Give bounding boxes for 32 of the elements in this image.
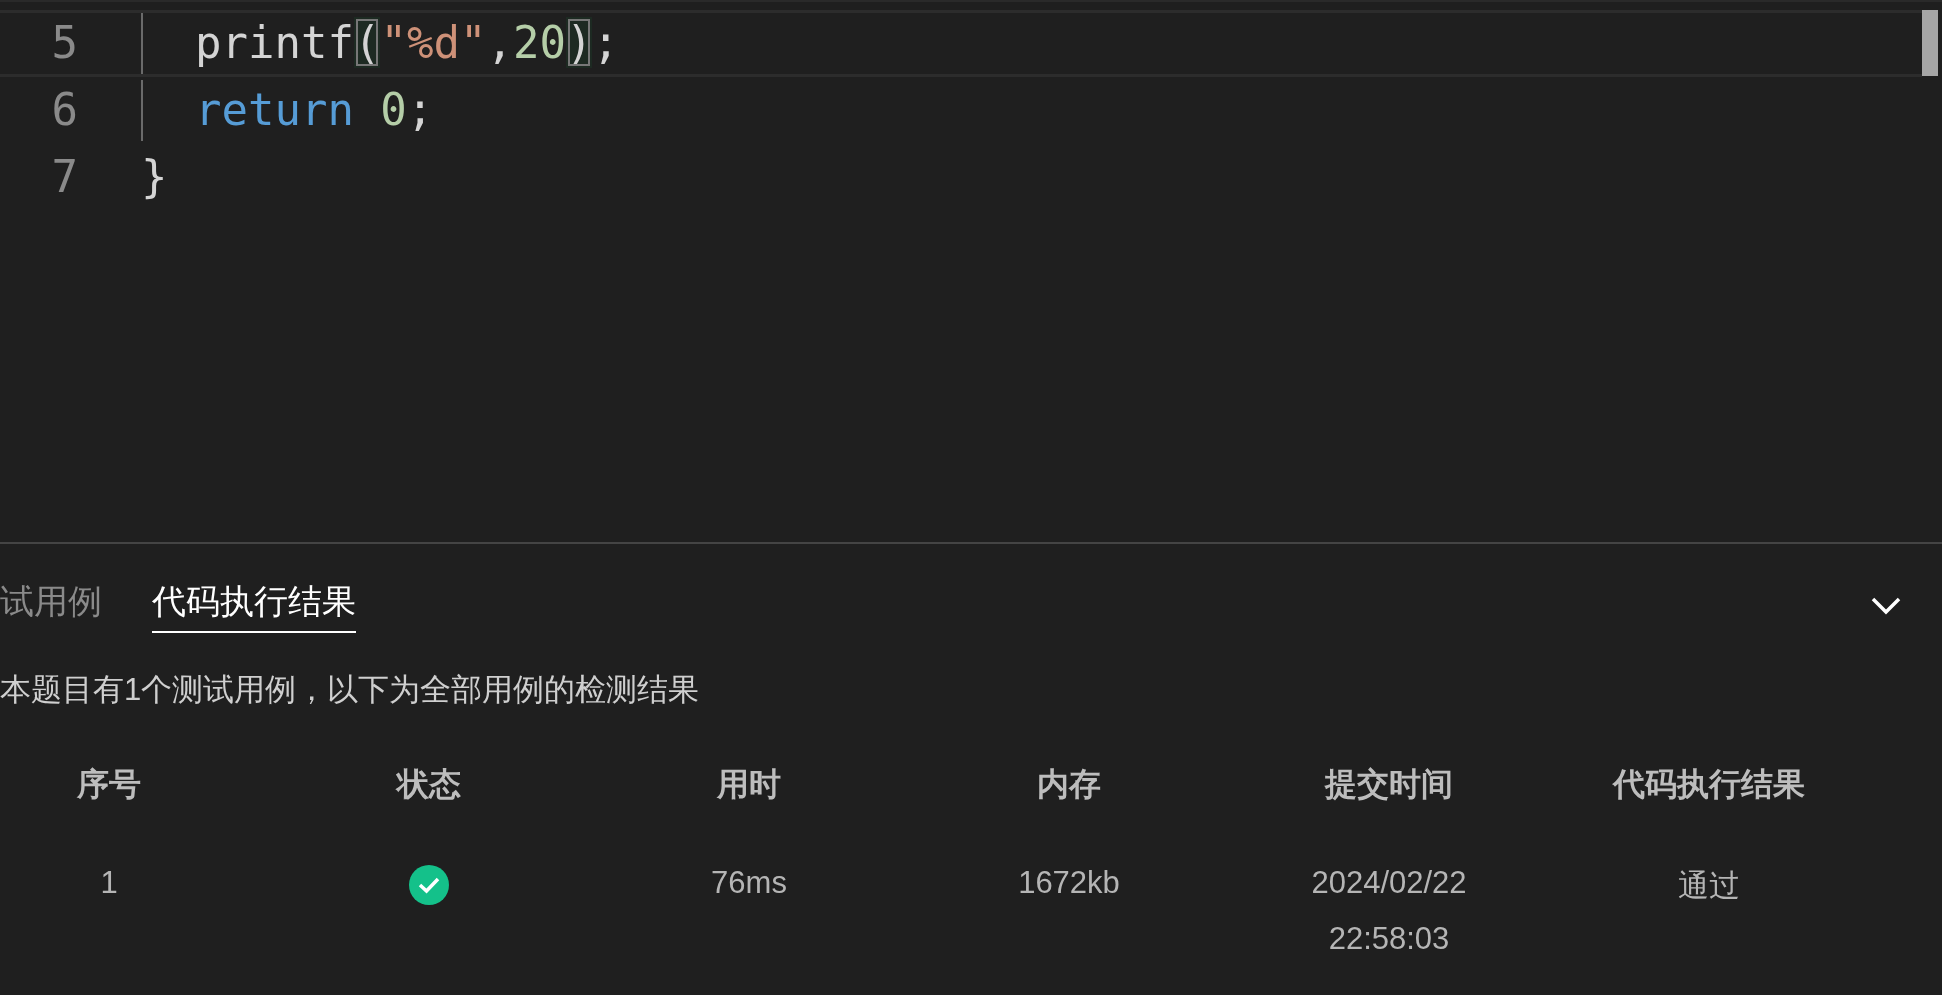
table-cell-text: 1	[100, 865, 118, 902]
table-cell-text: 通过	[1678, 867, 1740, 905]
column-header: 用时	[717, 765, 781, 804]
code-editor[interactable]: 5 printf("%d",20); 6 return 0; 7 }	[0, 0, 1942, 544]
code-token: ,	[486, 17, 513, 68]
table-cell: 2024/02/22	[1311, 865, 1467, 901]
code-token: ;	[406, 84, 434, 135]
code-token: "%d"	[380, 17, 487, 68]
column-header: 内存	[1037, 765, 1101, 804]
table-cell-text: 76ms	[711, 865, 787, 902]
code-token: 20	[512, 17, 566, 68]
code-token: 0	[380, 84, 407, 135]
tab[interactable]: 代码执行结果	[152, 579, 356, 633]
column-header: 序号	[77, 765, 141, 804]
code-token: return	[195, 84, 354, 135]
code-token: printf	[195, 17, 354, 68]
table-cell: 22:58:03	[1328, 921, 1450, 957]
scrollbar-thumb[interactable]	[1922, 10, 1938, 76]
column-header: 提交时间	[1325, 765, 1453, 804]
tab[interactable]: 试用例	[0, 579, 102, 633]
chevron-down-icon[interactable]	[1870, 596, 1902, 616]
line-number: 5	[50, 16, 78, 70]
code-token: ;	[592, 17, 619, 68]
table-cell-text: 1672kb	[1018, 865, 1120, 902]
code-token: }	[141, 151, 168, 202]
code-token: )	[565, 17, 593, 68]
column-header: 状态	[397, 765, 461, 804]
summary-text: 本题目有1个测试用例，以下为全部用例的检测结果	[0, 671, 701, 709]
line-number: 7	[50, 150, 78, 204]
line-number: 6	[50, 83, 78, 137]
code-token: (	[353, 17, 381, 68]
column-header: 代码执行结果	[1613, 765, 1805, 804]
